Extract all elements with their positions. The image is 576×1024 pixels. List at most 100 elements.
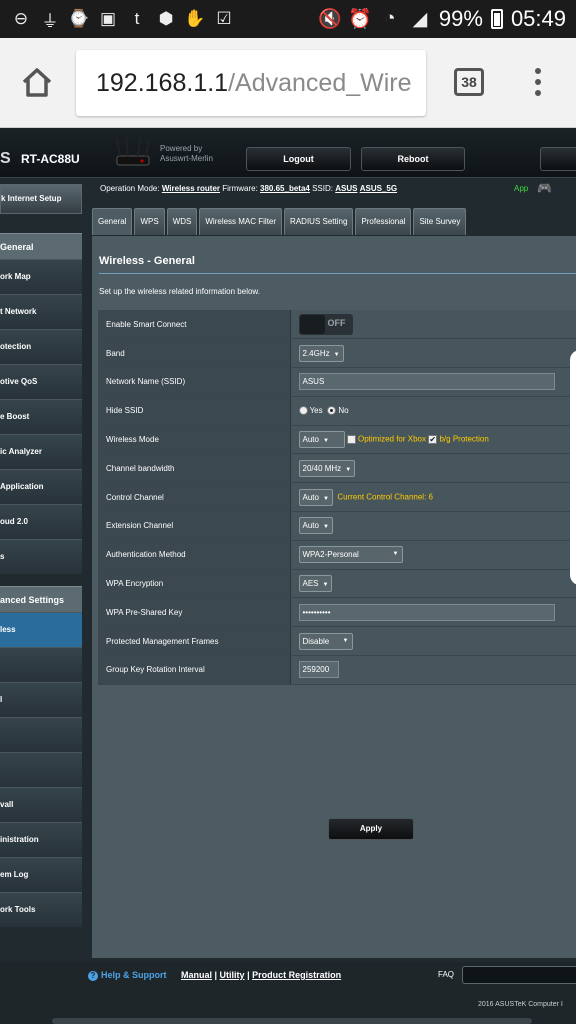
table-row: Protected Management Frames Disable ▼ [98, 626, 576, 657]
url-host: 192.168.1.1 [96, 69, 229, 97]
chevron-down-icon: ▼ [322, 524, 329, 531]
hide-ssid-yes-radio[interactable] [298, 406, 308, 416]
table-row: WPA Pre-Shared Key •••••••••• [98, 597, 576, 628]
tab-professional[interactable]: Professional [355, 208, 412, 235]
chevron-down-icon: ▼ [333, 351, 340, 358]
sidebar-item-tools[interactable]: s [0, 539, 82, 574]
tab-mac-filter[interactable]: Wireless MAC Filter [199, 208, 283, 235]
logout-button[interactable]: Logout [246, 147, 351, 171]
sidebar-item-network-map[interactable]: ork Map [0, 259, 82, 294]
table-row: Enable Smart Connect OFF [98, 310, 576, 340]
pmf-select[interactable]: Disable ▼ [298, 632, 353, 650]
router-page: S RT-AC88U Powered by Asuswrt-Merlin Log… [0, 128, 576, 1024]
table-row: Control Channel Auto ▼ Current Control Ch… [98, 482, 576, 513]
sidebar-item-network-tools[interactable]: ork Tools [0, 892, 82, 927]
sidebar-item-lan[interactable] [0, 647, 82, 682]
hide-ssid-no-radio[interactable] [327, 406, 337, 416]
overflow-menu-icon[interactable] [530, 68, 546, 98]
side-panel-handle[interactable] [570, 350, 576, 585]
sidebar-item-game-boost[interactable]: e Boost [0, 399, 82, 434]
ssid-input[interactable]: ASUS [298, 373, 555, 391]
field-label: Enable Smart Connect [98, 310, 291, 340]
group-key-input[interactable]: 259200 [298, 661, 339, 679]
sidebar-item-administration[interactable]: inistration [0, 822, 82, 857]
bg-protection-checkbox[interactable]: ✔ [428, 435, 438, 445]
tab-general[interactable]: General [92, 208, 133, 235]
sidebar-item-traffic-analyzer[interactable]: ic Analyzer [0, 434, 82, 469]
chevron-down-icon: ▼ [342, 637, 349, 644]
tab-site-survey[interactable]: Site Survey [413, 208, 467, 235]
manual-link[interactable]: Manual [181, 970, 212, 980]
ssid-link-1[interactable]: ASUS [335, 184, 357, 193]
sidebar-item-adaptive-qos[interactable]: otive QoS [0, 364, 82, 399]
app-label[interactable]: App [514, 184, 528, 193]
chevron-down-icon: ▼ [392, 551, 399, 558]
wifi-icon: ◔ [384, 8, 396, 29]
sidebar-item-vpn[interactable] [0, 752, 82, 787]
sidebar: k Internet Setup General ork Map t Netwo… [0, 180, 82, 927]
hide-ssid-no-label: No [338, 406, 349, 416]
address-bar[interactable]: 192.168.1.1/Advanced_Wire [76, 50, 426, 116]
ssid-link-2[interactable]: ASUS_5G [360, 184, 397, 193]
gamepad-icon[interactable]: 🎮 [537, 181, 552, 195]
xbox-checkbox[interactable] [346, 435, 356, 445]
reboot-button[interactable]: Reboot [361, 147, 465, 171]
table-row: Extension Channel Auto ▼ [98, 511, 576, 541]
quick-internet-setup-button[interactable]: k Internet Setup [0, 184, 82, 214]
wireless-mode-select[interactable]: Auto ▼ [298, 431, 345, 449]
chevron-down-icon: ▼ [322, 582, 329, 589]
smartwatch-icon: ⌚ [68, 9, 90, 28]
extension-channel-select[interactable]: Auto ▼ [298, 517, 333, 535]
wpa-encryption-select[interactable]: AES ▼ [298, 575, 333, 593]
smart-connect-toggle[interactable]: OFF [298, 313, 353, 335]
sidebar-item-system-log[interactable]: em Log [0, 857, 82, 892]
sidebar-item-firewall[interactable]: vall [0, 787, 82, 822]
sidebar-item-wireless[interactable]: less [0, 612, 82, 647]
field-label: Hide SSID [98, 396, 291, 426]
browser-toolbar: 192.168.1.1/Advanced_Wire 38 [0, 38, 576, 128]
url-path: /Advanced_Wire [228, 69, 412, 97]
current-channel-text: Current Control Channel: 6 [337, 492, 433, 502]
auth-method-select[interactable]: WPA2-Personal ▼ [298, 546, 403, 564]
utility-link[interactable]: Utility [220, 970, 245, 980]
tab-wps[interactable]: WPS [134, 208, 165, 235]
table-row: Wireless Mode Auto ▼ Optimized for Xbox ✔… [98, 425, 576, 455]
product-registration-link[interactable]: Product Registration [252, 970, 341, 980]
sidebar-item-ipv6[interactable] [0, 717, 82, 752]
sidebar-advanced-header: anced Settings [0, 586, 82, 612]
clock: 05:49 [510, 6, 566, 31]
faq-label: FAQ [438, 970, 455, 979]
chevron-down-icon: ▼ [322, 495, 329, 502]
tab-wds[interactable]: WDS [166, 208, 198, 235]
horizontal-scrollbar[interactable] [52, 1018, 532, 1024]
table-row: Band 2.4GHz ▼ [98, 338, 576, 369]
apply-button[interactable]: Apply [328, 818, 414, 840]
status-line: Operation Mode: Wireless router Firmware… [100, 184, 398, 193]
status-bar: ⊖ ⏚ ⌚ ▣ t ⬢ ✋ ☑ 🔇 ⏰ ◔ ◢ 99% 05:49 [0, 0, 576, 38]
tab-radius[interactable]: RADIUS Setting [284, 208, 354, 235]
faq-search-input[interactable] [462, 966, 576, 984]
home-button[interactable] [20, 66, 54, 98]
sidebar-item-guest-network[interactable]: t Network [0, 294, 82, 329]
footer: ? Help & Support Manual | Utility | Produ… [0, 962, 576, 1024]
model-name: RT-AC88U [21, 152, 80, 166]
cell-signal-icon: ◢ [412, 8, 428, 30]
language-select[interactable] [540, 147, 576, 171]
band-select[interactable]: 2.4GHz ▼ [298, 344, 344, 362]
sidebar-item-aiprotection[interactable]: otection [0, 329, 82, 364]
sidebar-item-wan[interactable]: l [0, 682, 82, 717]
field-label: WPA Pre-Shared Key [98, 597, 291, 628]
page-title: Wireless - General [99, 255, 195, 267]
sidebar-item-aicloud[interactable]: oud 2.0 [0, 504, 82, 539]
help-support-link[interactable]: ? Help & Support [88, 970, 167, 981]
chevron-down-icon: ▼ [322, 438, 329, 445]
sidebar-item-usb-application[interactable]: Application [0, 469, 82, 504]
psk-input[interactable]: •••••••••• [298, 603, 555, 621]
control-channel-select[interactable]: Auto ▼ [298, 488, 333, 506]
operation-mode-link[interactable]: Wireless router [162, 184, 220, 193]
firmware-name: Asuswrt-Merlin [160, 154, 213, 163]
battery-icon [490, 9, 503, 29]
tab-switcher-button[interactable]: 38 [454, 68, 484, 96]
firmware-link[interactable]: 380.65_beta4 [260, 184, 310, 193]
bandwidth-select[interactable]: 20/40 MHz ▼ [298, 459, 356, 477]
